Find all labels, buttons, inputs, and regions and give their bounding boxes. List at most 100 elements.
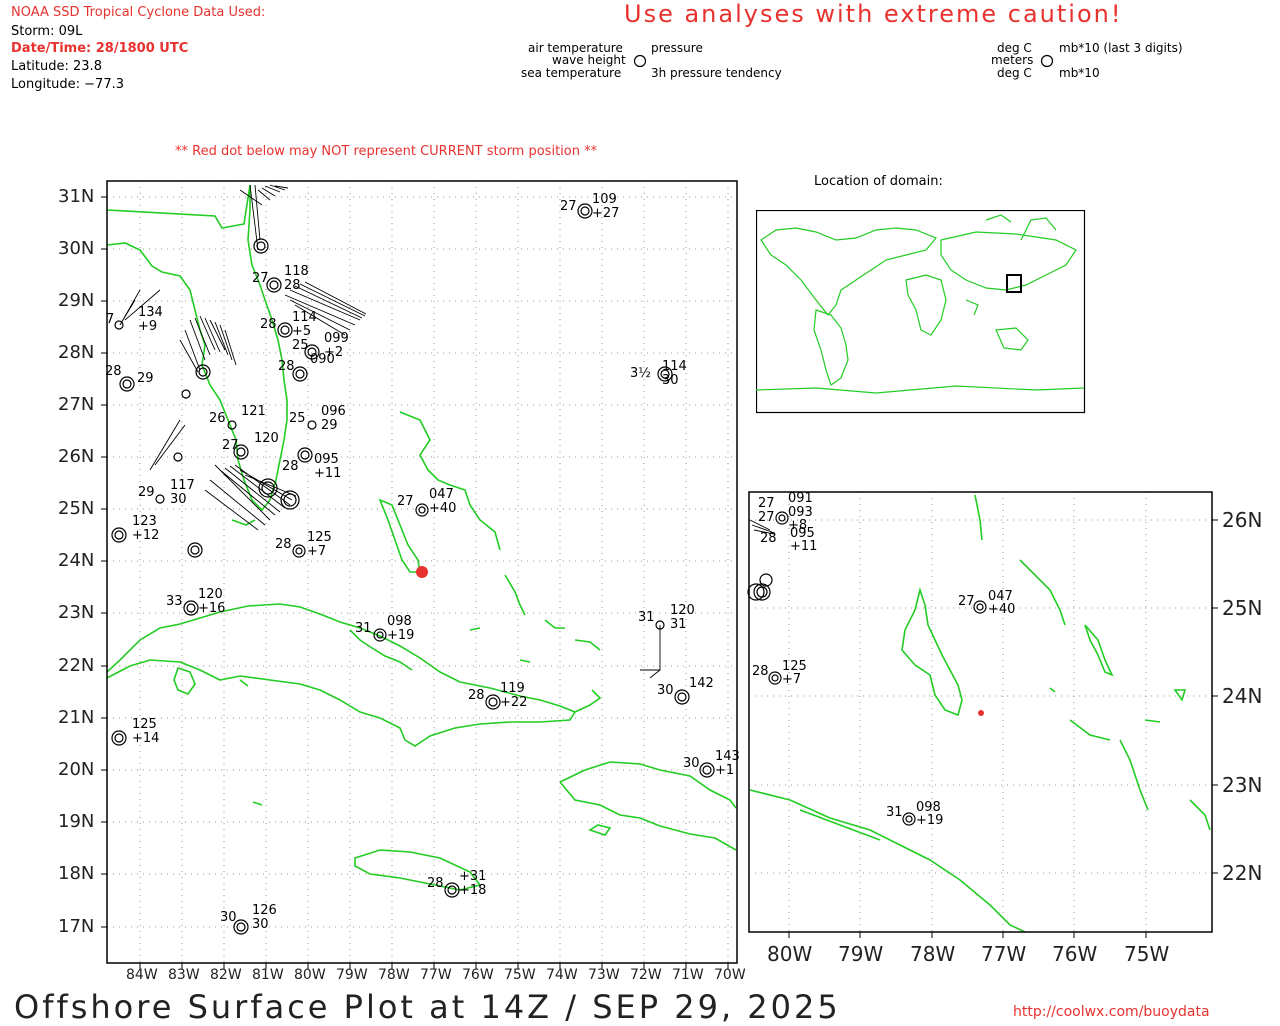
station-pressure: 120	[670, 603, 695, 618]
inset-lon-label-75W: 75W	[1124, 942, 1170, 966]
station-temp: 30	[683, 756, 700, 771]
station-temp: 27	[397, 494, 414, 509]
station-tendency: +1	[715, 763, 735, 778]
lon-label-73W: 73W	[588, 967, 620, 983]
inset-station-temp: 28	[752, 664, 769, 679]
station-temp: 26	[209, 411, 226, 426]
station-temp: 31	[638, 610, 655, 625]
station-temp: 28	[275, 537, 292, 552]
station-tendency: 30	[662, 373, 679, 388]
station-pressure: 095	[314, 452, 339, 467]
station-tendency: +22	[500, 695, 528, 710]
station-tendency: 31	[670, 617, 687, 632]
station-temp: 28	[468, 688, 485, 703]
lon-label-83W: 83W	[168, 967, 200, 983]
lon-label-70W: 70W	[714, 967, 746, 983]
lat-label-18N: 18N	[58, 863, 95, 884]
station-temp: 31	[355, 621, 372, 636]
inset-station-tendency: +7	[782, 672, 802, 687]
inset-station-tendency: +40	[988, 602, 1016, 617]
inset-lat-label-25N: 25N	[1222, 596, 1263, 620]
lat-label-17N: 17N	[58, 916, 95, 937]
lon-label-79W: 79W	[336, 967, 368, 983]
station-pressure: 098	[387, 614, 412, 629]
station-temp: 30	[657, 683, 674, 698]
source-link[interactable]: http://coolwx.com/buoydata	[1013, 1004, 1210, 1020]
station-temp: 27	[222, 438, 239, 453]
inset-lon-label-80W: 80W	[767, 942, 813, 966]
station-tendency: +9	[138, 319, 158, 334]
inset-station-tendency: +11	[790, 539, 818, 554]
station-pressure: 114	[292, 310, 317, 325]
station-temp: 28	[105, 364, 122, 379]
lat-label-22N: 22N	[58, 655, 95, 676]
inset-station-temp: 27	[758, 496, 775, 511]
lon-label-71W: 71W	[672, 967, 704, 983]
inset-map-grid	[749, 492, 1218, 938]
lon-label-72W: 72W	[630, 967, 662, 983]
lon-label-81W: 81W	[252, 967, 284, 983]
lat-label-19N: 19N	[58, 811, 95, 832]
lat-label-20N: 20N	[58, 759, 95, 780]
station-tendency: +16	[198, 601, 226, 616]
station-tendency: 30	[252, 917, 269, 932]
station-temp: 27	[252, 271, 269, 286]
station-pressure: 123	[132, 514, 157, 529]
station-tendency: 28	[284, 278, 301, 293]
station-pressure: 125	[132, 717, 157, 732]
station-pressure: 096	[321, 404, 346, 419]
inset-station-temp: 28	[760, 531, 777, 546]
lat-label-29N: 29N	[58, 290, 95, 311]
station-temp: 25	[289, 411, 306, 426]
station-tendency: +7	[307, 544, 327, 559]
lat-label-24N: 24N	[58, 550, 95, 571]
inset-storm-dot	[978, 710, 984, 716]
station-pressure: 109	[592, 192, 617, 207]
station-pressure: 114	[662, 359, 687, 374]
station-tendency: +19	[387, 628, 415, 643]
station-pressure: 120	[198, 587, 223, 602]
lat-label-28N: 28N	[58, 342, 95, 363]
station-tendency: 29	[321, 418, 338, 433]
station-temp: 27	[560, 199, 577, 214]
lon-label-78W: 78W	[378, 967, 410, 983]
lon-label-76W: 76W	[462, 967, 494, 983]
inset-station-pressure: 091	[788, 491, 813, 506]
station-tendency: +12	[132, 528, 160, 543]
station-temp: 7	[106, 312, 115, 327]
station-temp: 28	[282, 459, 299, 474]
inset-lon-label-77W: 77W	[981, 942, 1027, 966]
station-pressure: 047	[429, 487, 454, 502]
inset-lat-label-26N: 26N	[1222, 508, 1263, 532]
station-pressure: 142	[689, 676, 714, 691]
inset-station-temp: 27	[958, 594, 975, 609]
station-tendency: 30	[170, 492, 187, 507]
inset-lat-label-24N: 24N	[1222, 684, 1263, 708]
lon-label-84W: 84W	[126, 967, 158, 983]
station-temp: 3½	[630, 366, 651, 381]
inset-map	[747, 491, 1218, 938]
lon-label-74W: 74W	[546, 967, 578, 983]
station-pressure: 117	[170, 478, 195, 493]
station-temp: 33	[166, 594, 183, 609]
inset-lon-label-79W: 79W	[838, 942, 884, 966]
lat-label-27N: 27N	[58, 394, 95, 415]
inset-station-temp: 31	[886, 805, 903, 820]
inset-station-temp: 27	[758, 510, 775, 525]
lat-label-26N: 26N	[58, 446, 95, 467]
station-pressure: 119	[500, 681, 525, 696]
station-tendency: +18	[459, 883, 487, 898]
plot-title: Offshore Surface Plot at 14Z / SEP 29, 2…	[14, 988, 841, 1026]
lon-label-75W: 75W	[504, 967, 536, 983]
lat-label-31N: 31N	[58, 186, 95, 207]
lon-label-80W: 80W	[294, 967, 326, 983]
lon-label-82W: 82W	[210, 967, 242, 983]
station-tendency: +40	[429, 501, 457, 516]
inset-lon-label-76W: 76W	[1052, 942, 1098, 966]
station-temp: 30	[220, 910, 237, 925]
inset-station-tendency: +19	[916, 813, 944, 828]
station-temp: 28	[260, 317, 277, 332]
inset-lat-label-23N: 23N	[1222, 773, 1263, 797]
station-pressure: 125	[307, 530, 332, 545]
lat-label-21N: 21N	[58, 707, 95, 728]
